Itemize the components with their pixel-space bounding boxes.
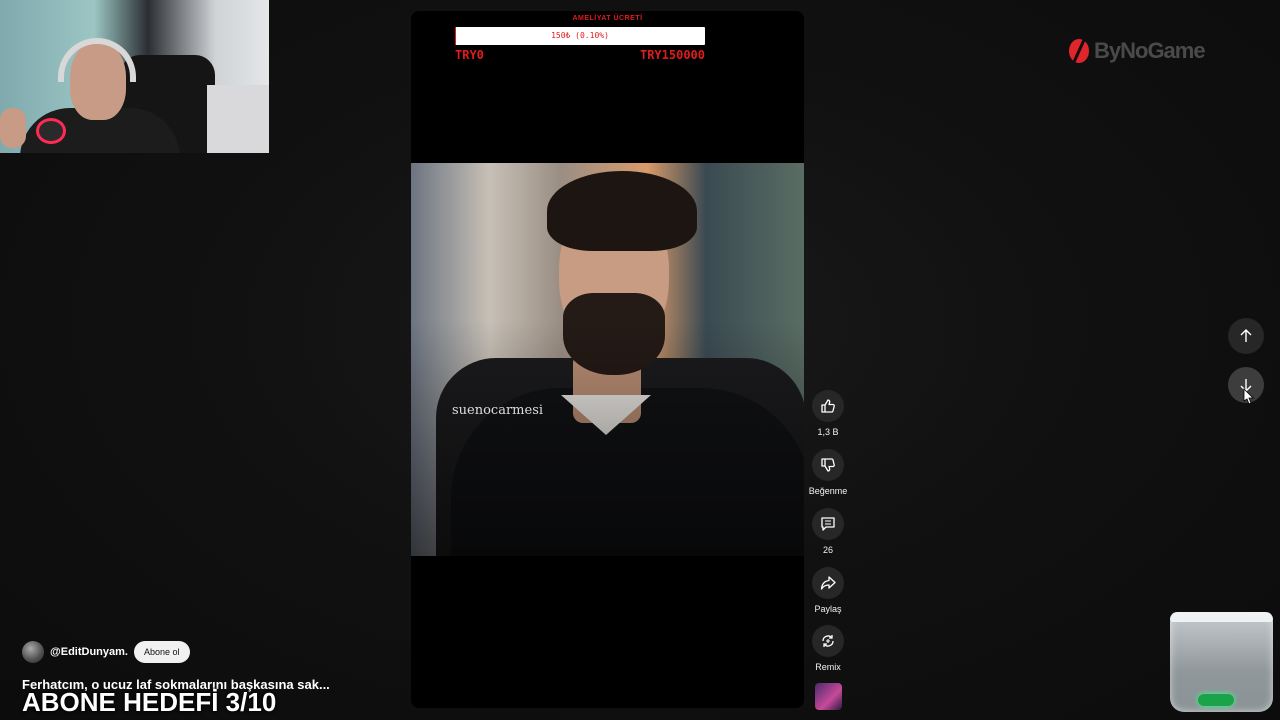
remix-icon: [822, 635, 834, 647]
like-action[interactable]: 1,3 B: [808, 390, 848, 437]
sound-thumbnail[interactable]: [815, 683, 842, 710]
share-icon: [820, 576, 836, 590]
goal-label: AMELİYAT ÜCRETİ: [572, 15, 643, 22]
brand-name: ByNoGame: [1094, 38, 1206, 63]
share-button[interactable]: [812, 567, 844, 599]
like-count: 1,3 B: [817, 427, 839, 437]
dislike-label: Beğenme: [808, 486, 848, 496]
comment-action[interactable]: 26: [808, 508, 848, 555]
microphone-icon: [36, 118, 66, 144]
channel-row: @EditDunyam. Abone ol: [22, 640, 190, 664]
video-shadow: [411, 163, 804, 556]
brand-logo: ByNoGame: [1068, 36, 1206, 66]
goal-min: TRY0: [455, 48, 484, 62]
tip-jar-rim: [1170, 612, 1273, 622]
subscribe-button[interactable]: Abone ol: [133, 641, 190, 663]
webcam-overlay: [0, 0, 269, 153]
arrow-up-icon: [1240, 329, 1252, 342]
comment-count: 26: [822, 545, 833, 555]
channel-handle[interactable]: @EditDunyam.: [50, 646, 128, 658]
mouse-cursor-icon: [1243, 388, 1254, 405]
video-frame[interactable]: suenocarmesi: [411, 163, 804, 556]
share-label: Paylaş: [814, 604, 842, 614]
headset-icon: [58, 38, 136, 82]
thumbs-down-icon: [821, 458, 835, 472]
comment-button[interactable]: [812, 508, 844, 540]
stream-stage: ByNoGame AMELİYAT ÜCRETİ 150₺ (0.10%) TR…: [0, 0, 1280, 720]
remix-action[interactable]: Remix: [808, 625, 848, 672]
remix-label: Remix: [815, 662, 841, 672]
webcam-streamer-hand: [0, 108, 26, 148]
goal-progress-bar: 150₺ (0.10%): [455, 27, 705, 45]
dislike-action[interactable]: Beğenme: [808, 449, 848, 496]
share-action[interactable]: Paylaş: [808, 567, 848, 614]
goal-max: TRY150000: [639, 48, 705, 62]
channel-avatar[interactable]: [22, 641, 44, 663]
tip-jar-widget: [1170, 612, 1273, 712]
video-watermark: suenocarmesi: [452, 403, 544, 418]
tip-jar-coins: [1198, 694, 1234, 706]
shorts-player[interactable]: AMELİYAT ÜCRETİ 150₺ (0.10%) TRY0 TRY150…: [411, 11, 804, 708]
like-button[interactable]: [812, 390, 844, 422]
goal-progress-text: 150₺ (0.10%): [551, 31, 609, 40]
previous-video-button[interactable]: [1228, 318, 1264, 354]
remix-button[interactable]: [812, 625, 844, 657]
brand-mark-icon: [1069, 39, 1089, 63]
webcam-bed: [207, 85, 269, 153]
dislike-button[interactable]: [812, 449, 844, 481]
thumbs-up-icon: [821, 399, 835, 413]
comment-icon: [821, 517, 835, 531]
subscriber-goal-text: ABONE HEDEFİ 3/10: [22, 687, 277, 717]
